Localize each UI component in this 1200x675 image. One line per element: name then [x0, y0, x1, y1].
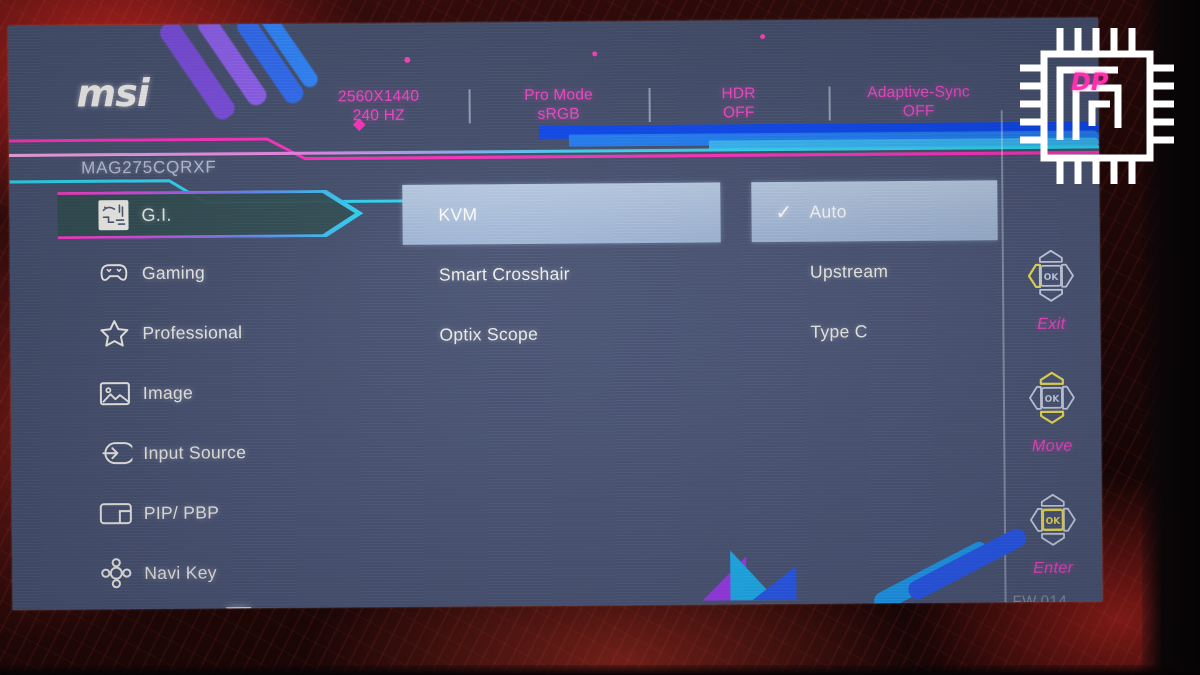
status-hdr-label: HDR — [721, 85, 756, 103]
menu-item-smart-crosshair[interactable]: Smart Crosshair — [403, 242, 721, 304]
monitor-bezel-bottom — [0, 665, 1200, 675]
key-hint-enter-label: Enter — [1033, 559, 1074, 577]
value-item-upstream-label: Upstream — [809, 260, 889, 282]
navi-key-icon — [88, 557, 144, 589]
sidebar-item-pip-pbp[interactable]: PIP/ PBP — [64, 481, 376, 543]
watermark-label: DP — [1071, 68, 1109, 96]
value-item-upstream[interactable]: Upstream — [752, 240, 998, 302]
status-pro-mode-label: Pro Mode — [524, 86, 594, 104]
sidebar-item-input-source-label: Input Source — [143, 441, 247, 463]
sidebar-item-gi-label: G.I. — [141, 204, 172, 225]
osd-panel: msi 2560X1440 240 HZ Pro Mode sRGB HDR O… — [8, 17, 1103, 610]
sidebar-item-image-label: Image — [142, 382, 194, 403]
gamepad-icon — [86, 258, 142, 288]
key-hint-move-label: Move — [1031, 437, 1073, 455]
status-adaptive-sync-label: Adaptive-Sync — [867, 83, 970, 102]
sidebar-item-gi[interactable]: G.I. — [57, 185, 363, 243]
navi-key-updown-icon: OK — [1029, 371, 1075, 424]
sidebar-item-image[interactable]: Image — [63, 361, 375, 423]
star-icon — [86, 317, 142, 348]
sidebar-item-gaming-label: Gaming — [141, 261, 206, 283]
msi-logo: msi — [76, 71, 149, 116]
value-item-auto-label: Auto — [809, 200, 847, 222]
sidebar-item-pip-pbp-label: PIP/ PBP — [143, 501, 220, 523]
svg-text:OK: OK — [1046, 517, 1062, 527]
menu-item-kvm-label: KVM — [438, 203, 478, 225]
navi-key-center-icon: OK — [1030, 493, 1076, 546]
picture-icon — [87, 379, 143, 406]
value-item-auto[interactable]: ✓ Auto — [751, 180, 998, 243]
sidebar-item-professional-label: Professional — [142, 321, 243, 343]
deco-dot-3 — [760, 34, 766, 40]
check-icon: ✓ — [775, 201, 793, 224]
deco-dot-2 — [592, 51, 598, 57]
sidebar: G.I. Gaming Professional Image Input Sou… — [61, 185, 376, 610]
status-resolution-value: 2560X1440 — [337, 87, 420, 106]
navi-key-left-icon: OK — [1027, 249, 1074, 302]
input-arrow-icon — [87, 440, 143, 466]
sidebar-item-gaming[interactable]: Gaming — [62, 241, 374, 303]
pip-rectangle-icon — [88, 500, 144, 525]
svg-text:OK: OK — [1045, 395, 1061, 405]
value-column: ✓ Auto Upstream Type C — [751, 180, 998, 362]
svg-text:OK: OK — [1044, 273, 1060, 283]
key-hint-exit[interactable]: OK Exit — [1002, 245, 1101, 334]
gaming-intelligence-icon — [85, 198, 141, 232]
menu-item-optix-scope-label: Optix Scope — [439, 323, 539, 345]
menu-item-optix-scope[interactable]: Optix Scope — [403, 302, 721, 364]
sidebar-item-navi-key-label: Navi Key — [144, 561, 217, 583]
watermark-badge: DP — [1016, 20, 1184, 192]
sidebar-item-navi-key[interactable]: Navi Key — [64, 541, 376, 603]
model-name: MAG275CQRXF — [81, 157, 217, 178]
menu-item-smart-crosshair-label: Smart Crosshair — [438, 263, 570, 285]
value-item-type-c-label: Type C — [810, 320, 868, 342]
cpu-chip-icon — [1020, 28, 1174, 184]
deco-triangle-blue — [752, 565, 797, 601]
key-hint-exit-label: Exit — [1037, 315, 1066, 333]
sidebar-item-professional[interactable]: Professional — [62, 301, 374, 363]
msi-logo-text: msi — [76, 70, 149, 116]
sidebar-item-input-source[interactable]: Input Source — [63, 421, 375, 483]
menu-item-kvm[interactable]: KVM — [402, 182, 721, 245]
value-item-type-c[interactable]: Type C — [752, 300, 998, 362]
menu-column: KVM Smart Crosshair Optix Scope — [402, 182, 721, 364]
deco-dot-1 — [404, 56, 411, 63]
key-hint-move[interactable]: OK Move — [1003, 367, 1102, 456]
